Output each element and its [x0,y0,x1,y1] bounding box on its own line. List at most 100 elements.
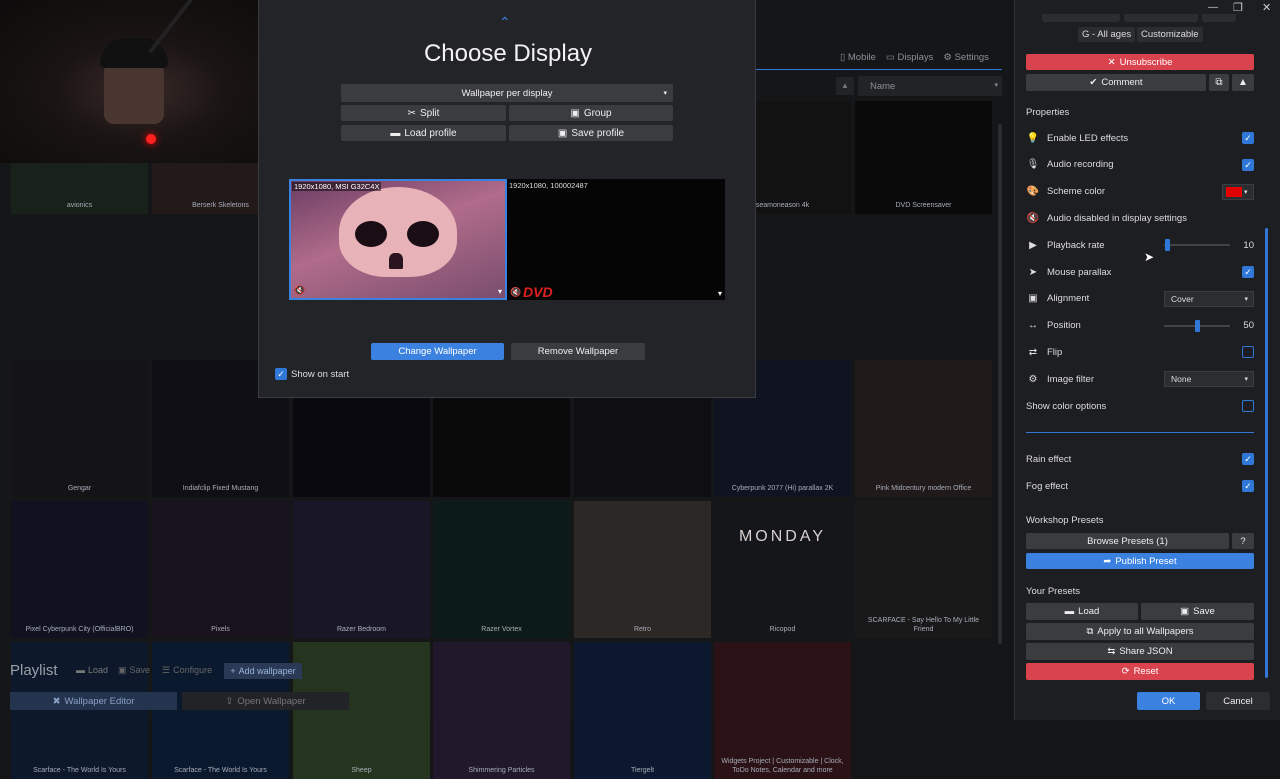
group-button[interactable]: ▣ Group [509,105,673,121]
save-icon: ▣ [1180,606,1190,617]
copy-button[interactable]: ⧉ [1209,74,1229,91]
ok-button[interactable]: OK [1137,692,1200,710]
wallpaper-tile[interactable]: Retro [574,501,711,638]
restore-icon[interactable]: ❐ [1233,1,1243,14]
share-icon: ⇆ [1107,646,1116,657]
comment-button[interactable]: ✔ Comment [1026,74,1206,91]
check-icon: ✓ [277,369,285,379]
wallpaper-tile[interactable]: Gengar [11,360,148,497]
apply-all-button[interactable]: ⧉ Apply to all Wallpapers [1026,623,1254,640]
gear-icon: ⚙ [943,51,952,63]
tag-rating[interactable]: G - All ages [1078,27,1136,42]
property-checkbox[interactable]: ✓ [1242,158,1254,171]
property-checkbox[interactable]: ✓ [1242,266,1254,278]
tab-displays[interactable]: ▭ Displays [886,52,934,63]
sort-select[interactable]: Name ▾ [858,76,1002,96]
sliders-icon: ☰ [162,665,171,675]
playlist-save-button[interactable]: ▣ Save [118,665,150,676]
open-wallpaper-button[interactable]: ⇪ Open Wallpaper [182,692,349,710]
effect-label: Fog effect [1026,480,1069,492]
property-label: Scheme color [1047,186,1106,198]
browse-presets-button[interactable]: Browse Presets (1) [1026,533,1229,549]
display-monitor-2[interactable]: 1920x1080, 100002487 🔇 DVD ▾ [507,179,725,300]
tab-settings[interactable]: ⚙ Settings [943,52,989,63]
scheme-color-picker[interactable]: ▾ [1222,183,1254,200]
wallpaper-tile[interactable]: Widgets Project | Customizable | Clock, … [714,642,851,779]
wallpaper-tile[interactable]: Sheep [293,642,430,779]
slider-thumb[interactable] [1165,239,1171,252]
wallpaper-tile[interactable]: DVD Screensaver [855,101,992,214]
property-checkbox[interactable] [1242,346,1254,359]
wallpaper-tile[interactable]: SCARFACE - Say Hello To My Little Friend [855,501,992,638]
wallpaper-title: Sheep [351,767,372,774]
tile-dim-overlay [293,642,430,779]
save-icon: ▣ [118,665,127,675]
wallpaper-tile[interactable]: Razer Bedroom [293,501,430,638]
property-label: Show color options [1026,400,1107,412]
effect-label: Rain effect [1026,453,1072,465]
property-checkbox[interactable] [1242,400,1254,412]
wallpaper-tile[interactable]: Ricopod [714,501,851,638]
wallpaper-editor-button[interactable]: ✖ Wallpaper Editor [10,692,177,710]
minimize-icon[interactable]: — [1208,2,1218,13]
split-button[interactable]: ✂ Split [341,105,506,121]
playlist-configure-button[interactable]: ☰ Configure [162,665,212,676]
help-button[interactable]: ? [1232,533,1254,549]
display-dropdown-icon[interactable]: ▾ [718,289,722,298]
remove-wallpaper-button[interactable]: Remove Wallpaper [511,343,645,360]
property-select[interactable]: None ▾ [1164,371,1254,388]
wallpaper-title: Scarface - The World Is Yours [33,767,126,774]
property-label: Playback rate [1047,239,1105,251]
slider-value: 50 [1243,320,1254,332]
tab-mobile[interactable]: ▯ Mobile [840,52,876,63]
load-preset-button[interactable]: ▬ Load [1026,603,1138,620]
property-row: 🔇 Audio disabled in display settings [1026,209,1254,227]
wallpaper-tile[interactable]: Pixel Cyberpunk City (OfficialBRO) [11,501,148,638]
sort-asc-button[interactable]: ▲ [836,77,854,95]
show-on-start-checkbox[interactable]: ✓ [275,368,287,380]
reset-button[interactable]: ⟳ Reset [1026,663,1254,680]
playlist-load-button[interactable]: ▬ Load [76,665,108,675]
mute-icon[interactable]: 🔇 [294,285,305,296]
wallpaper-title: DVD Screensaver [895,202,952,209]
play-icon: ▶ [1029,239,1037,251]
display-dropdown-icon[interactable]: ▾ [498,287,502,296]
slider-thumb[interactable] [1195,319,1200,332]
cancel-button[interactable]: Cancel [1206,692,1270,710]
load-profile-button[interactable]: ▬ Load profile [341,125,506,141]
property-select[interactable]: Cover ▾ [1164,290,1254,307]
property-label: Audio recording [1047,159,1114,171]
wallpaper-tile[interactable]: Razer Vortex [433,501,570,638]
mute-icon[interactable]: 🔇 [510,287,521,298]
wallpaper-tile[interactable]: Tiergelt [574,642,711,779]
collapse-up-icon[interactable]: ⌃ [499,14,511,31]
wallpaper-tile[interactable]: Pink Midcentury modern Office [855,360,992,497]
save-preset-button[interactable]: ▣ Save [1141,603,1254,620]
property-slider[interactable] [1164,319,1230,332]
close-icon[interactable]: ✕ [1262,1,1271,14]
library-scrollbar[interactable] [998,124,1002,644]
change-wallpaper-button[interactable]: Change Wallpaper [371,343,504,360]
share-json-button[interactable]: ⇆ Share JSON [1026,643,1254,660]
panel-scrollbar[interactable] [1265,228,1268,678]
display-monitor-1[interactable]: 1920x1080, MSI G32C4X 🔇 ▾ [289,179,507,300]
report-button[interactable]: ▲ [1232,74,1254,91]
publish-preset-button[interactable]: ➦ Publish Preset [1026,553,1254,569]
property-label: Image filter [1047,373,1094,385]
display-mode-select[interactable]: Wallpaper per display ▾ [341,84,673,102]
show-on-start-label: Show on start [291,369,350,380]
wallpaper-tile[interactable]: Pixels [152,501,289,638]
wallpaper-tile[interactable]: Shimmering Particles [433,642,570,779]
property-slider[interactable] [1164,239,1230,252]
effect-checkbox[interactable]: ✓ [1242,480,1254,492]
add-wallpaper-button[interactable]: + Add wallpaper [224,663,302,679]
monday-text: MONDAY [738,528,827,545]
tile-dim-overlay [714,501,851,638]
tag-customizable[interactable]: Customizable [1137,27,1203,42]
save-profile-button[interactable]: ▣ Save profile [509,125,673,141]
unsubscribe-button[interactable]: ✕ Unsubscribe [1026,54,1254,70]
effect-checkbox[interactable]: ✓ [1242,453,1254,465]
wallpaper-title: Pixels [211,626,230,633]
red-light [146,134,156,144]
property-checkbox[interactable]: ✓ [1242,132,1254,144]
